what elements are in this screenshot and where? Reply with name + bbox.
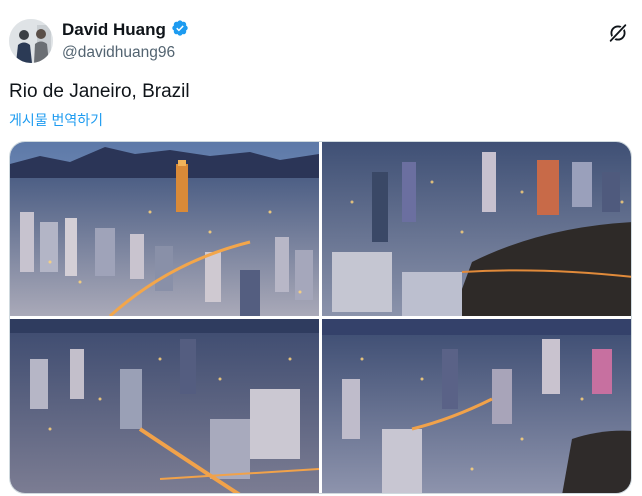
media-grid [9, 141, 632, 494]
photo-4[interactable] [322, 319, 631, 493]
photo-1[interactable] [10, 142, 319, 316]
tweet-text: Rio de Janeiro, Brazil [9, 81, 190, 102]
author-handle[interactable]: @davidhuang96 [62, 44, 189, 62]
translate-post-link[interactable]: 게시물 번역하기 [9, 110, 103, 130]
avatar[interactable] [9, 19, 53, 63]
author-info: David Huang @davidhuang96 [62, 19, 189, 62]
tweet-header: David Huang @davidhuang96 [9, 19, 633, 67]
display-name[interactable]: David Huang [62, 20, 166, 40]
verified-badge-icon [171, 19, 189, 42]
photo-2[interactable] [322, 142, 631, 316]
grok-icon[interactable] [607, 22, 629, 44]
photo-3[interactable] [10, 319, 319, 493]
